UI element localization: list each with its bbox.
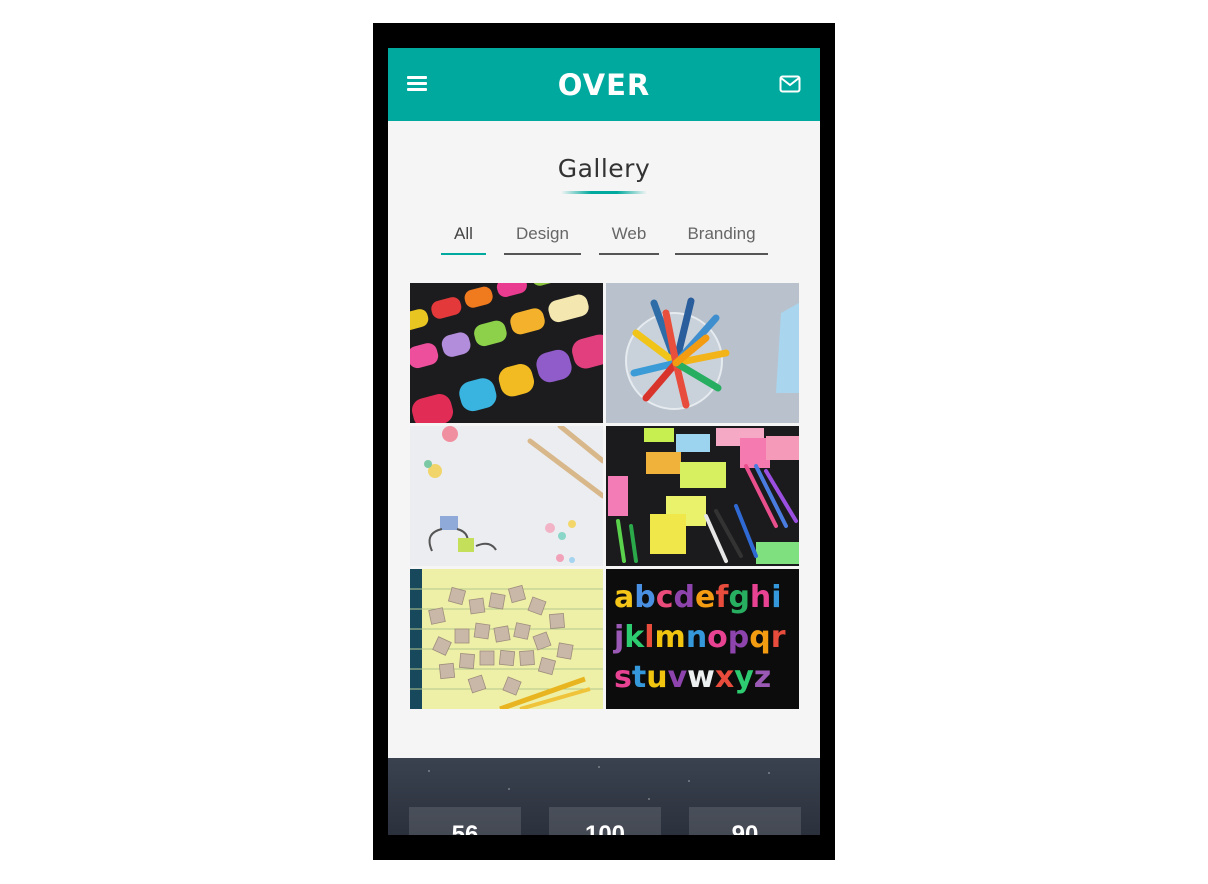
envelope-icon[interactable] <box>779 75 801 98</box>
filter-web[interactable]: Web <box>599 224 659 255</box>
gallery-image-scrabble-tiles[interactable] <box>410 569 603 709</box>
gallery-image-felt-letters[interactable] <box>410 283 603 423</box>
gallery-filters: All Design Web Branding <box>388 194 820 264</box>
app-header: OVER <box>388 48 820 121</box>
gallery-image-pencils-clips[interactable] <box>410 426 603 566</box>
gallery-image-alphabet-letters[interactable]: abcdefghi jklmnopqr stuvwxyz <box>606 569 799 709</box>
gallery-image-sticky-notes[interactable] <box>606 426 799 566</box>
svg-text:stuvwxyz: stuvwxyz <box>614 660 771 695</box>
gallery-image-colored-pencils[interactable] <box>606 283 799 423</box>
phone-frame: OVER Gallery All Design Web Branding abc… <box>373 23 835 860</box>
filter-design[interactable]: Design <box>504 224 581 255</box>
stat-counter: 100 <box>549 807 661 835</box>
svg-text:abcdefghi: abcdefghi <box>614 580 782 615</box>
stat-counter: 90 <box>689 807 801 835</box>
filter-all[interactable]: All <box>441 224 486 255</box>
gallery-grid: abcdefghi jklmnopqr stuvwxyz <box>410 283 799 709</box>
hamburger-menu-icon[interactable] <box>407 76 427 92</box>
stats-section: 56 100 90 <box>388 758 820 835</box>
gallery-title: Gallery <box>557 154 651 183</box>
phone-screen: OVER Gallery All Design Web Branding abc… <box>388 48 820 835</box>
brand-logo[interactable]: OVER <box>558 68 650 102</box>
stat-counter: 56 <box>409 807 521 835</box>
filter-branding[interactable]: Branding <box>675 224 768 255</box>
svg-text:jklmnopqr: jklmnopqr <box>613 620 786 655</box>
